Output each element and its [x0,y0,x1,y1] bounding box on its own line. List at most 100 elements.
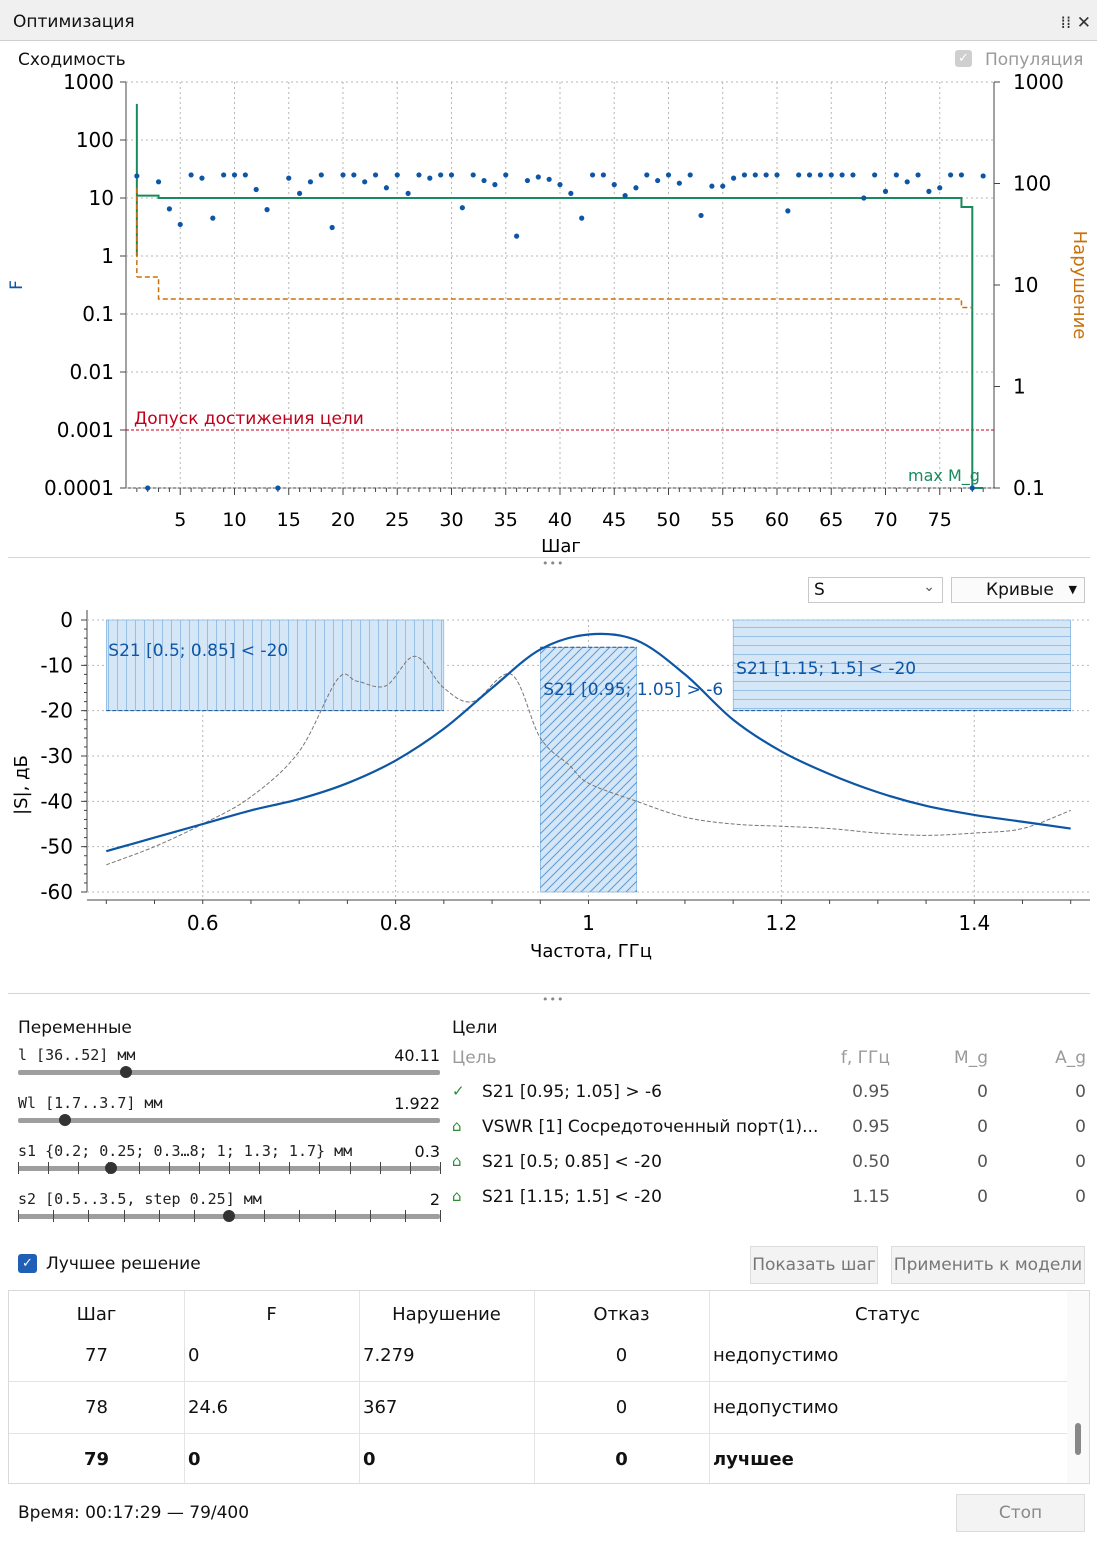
f-data-point [589,172,596,178]
goal-row[interactable]: ✓ S21 [0.95; 1.05] > -6 0.95 0 0 [452,1082,1092,1112]
row-divider [9,1433,1067,1434]
x-tick-label: 30 [439,509,463,531]
f-data-point [394,172,400,178]
goals-header-f: f, ГГц [840,1048,890,1068]
variable-value: 2 [429,1190,440,1209]
table-cell[interactable]: 0 [188,1435,359,1483]
f-data-point [741,172,748,178]
title-bar: Оптимизация ⁞⁞ ✕ [0,0,1097,41]
splitter-top[interactable]: ••• [8,557,1090,572]
y-left-tick-label: 1 [101,244,114,268]
table-cell[interactable]: 78 [9,1383,184,1433]
goal-ag: 0 [1075,1152,1086,1172]
sp-x-tick-label: 0.6 [187,911,219,935]
goal-ag: 0 [1075,1117,1086,1137]
f-data-point [438,172,444,178]
f-data-point [383,185,389,191]
y-right-tick-label: 1 [1013,375,1026,399]
stop-button[interactable]: Стоп [956,1494,1085,1532]
f-data-point [958,172,965,178]
table-scrollbar[interactable] [1067,1291,1089,1483]
f-data-point [503,172,509,178]
slider-tick [48,1162,50,1174]
apply-to-model-button[interactable]: Применить к модели [891,1246,1085,1284]
variable-label: l [36..52] мм [18,1046,136,1064]
table-cell[interactable]: 0 [363,1435,534,1483]
goal-mg: 0 [977,1082,988,1102]
x-tick-label: 40 [548,509,572,531]
x-tick-label: 60 [765,509,789,531]
goal-region-label: S21 [0.5; 0.85] < -20 [108,641,288,661]
sp-x-tick-label: 1.4 [958,911,990,935]
s-parameter-chart: 0 -10 -20 -30 -40 -50 -60 0.6 0.8 1 1.2 1.4 S21 [0.… [11,608,1090,962]
slider-thumb[interactable] [223,1210,235,1222]
goal-name: VSWR [1] Сосредоточенный порт(1)... [482,1117,819,1137]
f-data-point [817,172,824,178]
goal-row[interactable]: ⌂ VSWR [1] Сосредоточенный порт(1)... 0.95… [452,1117,1092,1147]
f-data-point [134,173,140,179]
goal-row[interactable]: ⌂ S21 [1.15; 1.5] < -20 1.15 0 0 [452,1187,1092,1217]
variable-slider[interactable] [18,1118,440,1123]
variable-slider[interactable] [18,1070,440,1075]
table-cell[interactable]: 367 [363,1383,534,1433]
f-data-point [600,172,607,178]
goals-header-ag: A_g [1055,1048,1086,1068]
f-data-point [459,205,465,211]
column-divider [534,1339,535,1483]
f-data-point [557,182,563,188]
f-data-point [665,172,672,178]
f-data-point [926,188,932,194]
show-step-button[interactable]: Показать шаг [750,1246,878,1284]
splitter-bottom[interactable]: ••• [8,993,1090,1008]
x-tick-label: 5 [174,509,186,531]
table-cell[interactable]: лучшее [713,1435,1066,1483]
y-left-tick-label: 10 [89,186,114,210]
sp-y-tick-label: -20 [40,699,73,723]
goal-frequency: 0.95 [852,1082,890,1102]
table-cell[interactable]: 79 [9,1435,184,1483]
slider-tick [88,1210,90,1222]
variable-value: 40.11 [394,1046,440,1065]
violation-line [136,276,973,309]
table-cell[interactable]: 24.6 [188,1383,359,1433]
scrollbar-thumb[interactable] [1075,1423,1081,1455]
slider-tick [369,1210,371,1222]
slider-thumb[interactable] [104,1162,117,1174]
f-data-point [275,485,281,491]
status-time: Время: 00:17:29 — 79/400 [18,1503,250,1523]
table-cell[interactable]: 0 [534,1435,709,1483]
f-data-point [221,172,227,178]
table-cell[interactable]: 0 [534,1331,709,1381]
f-data-point [199,175,205,181]
goal-mg: 0 [977,1152,988,1172]
f-data-point [698,212,704,219]
dock-icon[interactable]: ⁞⁞ [1061,13,1072,33]
f-data-point [676,180,682,186]
slider-thumb[interactable] [58,1114,71,1126]
f-data-point [579,215,585,221]
table-cell[interactable]: 77 [9,1331,184,1381]
goal-frequency: 0.50 [852,1152,890,1172]
slider-thumb[interactable] [120,1066,133,1078]
f-data-point [524,177,531,184]
f-data-point [633,185,639,191]
slider-tick [259,1162,261,1174]
window-title: Оптимизация [13,12,135,32]
f-data-point [329,224,335,231]
slider-tick [168,1162,170,1174]
slider-tick [440,1210,441,1222]
table-cell[interactable]: недопустимо [713,1331,1066,1381]
sp-y-tick-label: -60 [40,880,73,904]
f-data-point [915,172,921,178]
table-cell[interactable]: 0 [534,1383,709,1433]
f-data-point [145,485,151,491]
y-left-tick-label: 0.001 [57,418,114,442]
table-cell[interactable]: недопустимо [713,1383,1066,1433]
table-cell[interactable]: 0 [188,1331,359,1381]
lock-icon: ⌂ [452,1187,462,1205]
x-tick-label: 70 [873,509,897,531]
f-data-point [611,182,617,188]
table-cell[interactable]: 7.279 [363,1331,534,1381]
goal-row[interactable]: ⌂ S21 [0.5; 0.85] < -20 0.50 0 0 [452,1152,1092,1182]
close-icon[interactable]: ✕ [1077,13,1091,33]
